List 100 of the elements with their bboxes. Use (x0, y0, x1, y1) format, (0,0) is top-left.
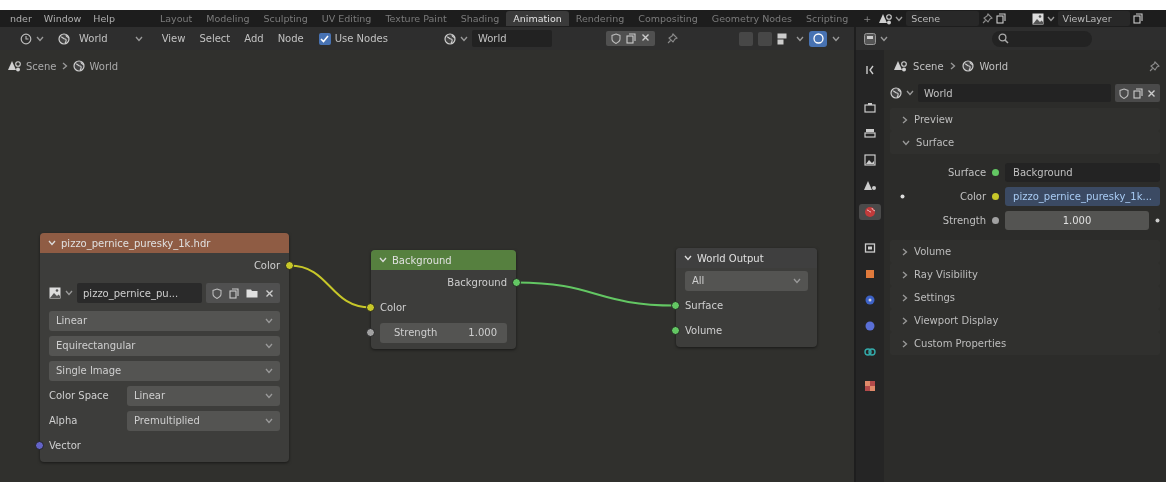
dropdown[interactable]: Premultiplied (127, 410, 280, 431)
pin-icon[interactable] (981, 13, 993, 24)
socket[interactable] (366, 328, 375, 337)
node-header[interactable]: pizzo_pernice_puresky_1k.hdr (40, 233, 289, 253)
overlay-button[interactable] (809, 30, 827, 47)
number-field[interactable]: Strength 1.000 (380, 322, 507, 343)
workspace-tab[interactable]: Sculpting (256, 11, 315, 26)
chevron-down-icon (265, 392, 273, 399)
number-field[interactable]: 1.000 (1005, 210, 1149, 230)
workspace-tab[interactable]: Rendering (568, 11, 632, 26)
copy-icon[interactable] (1133, 87, 1143, 99)
workspace-tab[interactable]: Layout (152, 11, 200, 26)
dropdown[interactable]: Linear (127, 385, 280, 406)
panel-header[interactable]: Settings (890, 286, 1160, 309)
panel-header[interactable]: Viewport Display (890, 309, 1160, 332)
menu-item[interactable]: Window (39, 13, 90, 24)
socket[interactable] (992, 168, 1000, 176)
add-workspace-button[interactable]: + (855, 13, 880, 24)
link-field[interactable]: Background (1005, 162, 1160, 182)
circle-icon (864, 294, 877, 306)
pin-icon[interactable] (1149, 60, 1160, 72)
dropdown[interactable]: All (685, 270, 808, 291)
link-field[interactable]: pizzo_pernice_puresky_1k... (1005, 186, 1160, 206)
socket-label: Surface (685, 300, 724, 311)
workspace-tab[interactable]: Animation (506, 11, 569, 26)
socket[interactable] (671, 326, 680, 335)
shield-icon[interactable] (1119, 87, 1129, 99)
checkbox[interactable] (318, 32, 331, 45)
field-label: Color (958, 190, 987, 202)
chevron-right-icon (902, 339, 909, 348)
copy-icon[interactable] (625, 33, 636, 44)
editor-type-icon[interactable] (864, 32, 876, 45)
copy-icon[interactable] (1133, 13, 1143, 24)
copy-icon[interactable] (995, 13, 1006, 24)
socket[interactable] (366, 303, 375, 312)
dropdown[interactable]: Equirectangular (49, 335, 280, 356)
node-header[interactable]: Background (371, 250, 516, 270)
menu-item[interactable]: nder (6, 13, 40, 24)
socket-label: Volume (685, 325, 723, 336)
breadcrumb-item[interactable]: Scene (913, 60, 944, 72)
scene-field[interactable]: Scene (906, 11, 979, 26)
menu-item[interactable]: Help (89, 13, 123, 24)
workspace-tab[interactable]: Modeling (199, 11, 257, 26)
dropdown[interactable]: Linear (49, 310, 280, 331)
shield-icon[interactable] (212, 287, 222, 299)
workspace-tab[interactable]: Shading (453, 11, 507, 26)
toggle-button[interactable] (758, 31, 772, 46)
view-layer-field[interactable]: ViewLayer (1057, 11, 1130, 26)
workspace-tab[interactable]: Compositing (631, 11, 705, 26)
panel-header[interactable]: Volume (890, 240, 1160, 263)
cone-sphere-icon (894, 60, 908, 72)
chevron-right-icon (902, 247, 909, 256)
menu-item[interactable]: Select (194, 33, 236, 44)
dropdown[interactable]: Single Image (49, 360, 280, 381)
panel-header[interactable]: Custom Properties (890, 332, 1160, 355)
workspace-tab[interactable]: Texture Paint (378, 11, 454, 26)
close-icon[interactable] (640, 33, 650, 42)
shield-icon[interactable] (610, 33, 621, 44)
socket[interactable] (992, 192, 1000, 200)
folder-icon[interactable] (246, 288, 258, 298)
workspace-tab[interactable]: Geometry Nodes (704, 11, 799, 26)
chevron-down-icon (796, 35, 804, 42)
clock-icon[interactable] (20, 32, 32, 45)
image-field[interactable]: pizzo_pernice_pu... (77, 283, 202, 303)
breadcrumb-item[interactable]: World (89, 60, 119, 72)
cone-sphere-icon (8, 60, 21, 72)
globe-icon (890, 87, 903, 99)
globe-icon (72, 60, 85, 72)
search-field[interactable] (992, 30, 1092, 47)
picture-icon (864, 154, 877, 166)
panel-header[interactable]: Surface (890, 131, 1160, 154)
dot-icon (899, 193, 905, 199)
shader-type-dropdown[interactable]: World (74, 33, 113, 44)
socket[interactable] (671, 301, 680, 310)
node-header[interactable]: World Output (676, 248, 817, 268)
socket[interactable] (992, 216, 1000, 224)
cone-sphere-icon (879, 12, 893, 25)
dot-icon (1155, 217, 1160, 223)
world-field[interactable]: World (918, 84, 1111, 102)
panel-header[interactable]: Preview (890, 108, 1160, 131)
socket[interactable] (285, 261, 294, 270)
picture-icon[interactable] (49, 287, 61, 299)
close-icon[interactable] (1147, 88, 1156, 98)
pin-icon[interactable] (666, 33, 678, 44)
toggle-button[interactable] (739, 31, 753, 46)
socket[interactable] (512, 278, 521, 287)
menu-item[interactable]: View (156, 33, 191, 44)
copy-icon[interactable] (229, 287, 239, 299)
properties-tab[interactable] (859, 204, 882, 220)
breadcrumb-item[interactable]: World (979, 60, 1009, 72)
close-icon[interactable] (265, 288, 274, 298)
workspace-tab[interactable]: Scripting (798, 11, 856, 26)
link-icon (864, 346, 877, 358)
picture-icon[interactable] (1031, 12, 1044, 25)
breadcrumb-item[interactable]: Scene (26, 60, 57, 72)
panel-header[interactable]: Ray Visibility (890, 263, 1160, 286)
world-field[interactable]: World (471, 30, 552, 47)
menu-item[interactable]: Node (272, 33, 309, 44)
workspace-tab[interactable]: UV Editing (314, 11, 379, 26)
menu-item[interactable]: Add (239, 33, 269, 44)
